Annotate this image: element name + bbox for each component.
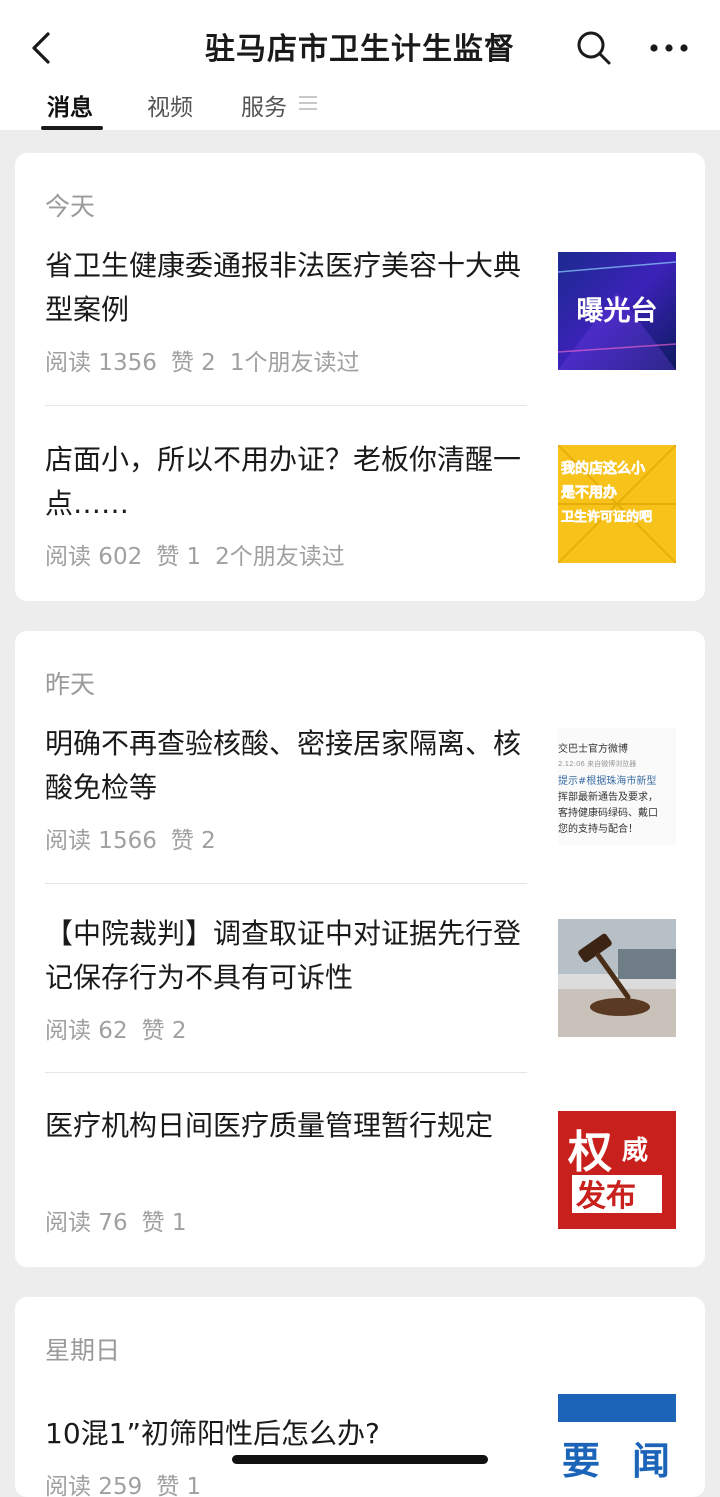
article-title[interactable]: 医疗机构日间医疗质量管理暂行规定 bbox=[45, 1104, 530, 1148]
article-thumbnail[interactable]: 交巴士官方微博 2.12:06 来自微博浏览器 提示#根据珠海市新型 挥部最新通… bbox=[558, 728, 676, 846]
gavel-icon bbox=[558, 919, 676, 1037]
article-title[interactable]: 10混1”初筛阳性后怎么办? bbox=[45, 1412, 530, 1456]
home-indicator bbox=[232, 1455, 488, 1464]
top-bar: 驻马店市卫生计生监督 消息 视频 服务 bbox=[0, 0, 720, 130]
read-count: 阅读 1566 bbox=[45, 828, 157, 854]
day-group-card: 今天 省卫生健康委通报非法医疗美容十大典型案例 阅读 1356 赞 2 1个朋友读过… bbox=[15, 153, 705, 601]
thumbnail-text: 权 bbox=[567, 1127, 612, 1178]
article-thumbnail[interactable]: 曝光台 bbox=[558, 252, 676, 370]
article-meta: 阅读 1356 赞 2 1个朋友读过 bbox=[45, 343, 373, 377]
thumbnail-text: 是不用办 bbox=[561, 484, 617, 501]
more-dots-icon[interactable] bbox=[646, 30, 692, 66]
thumbnail-text: 曝光台 bbox=[577, 295, 658, 327]
like-count: 赞 2 bbox=[170, 350, 216, 376]
thumbnail-text: 威 bbox=[622, 1135, 648, 1166]
article-meta: 阅读 1566 赞 2 bbox=[45, 821, 230, 855]
thumbnail-text: 提示#根据珠海市新型 bbox=[558, 774, 656, 787]
thumbnail-text: 卫生许可证的吧 bbox=[561, 509, 652, 525]
article-thumbnail[interactable]: 我的店这么小 是不用办 卫生许可证的吧 bbox=[558, 445, 676, 563]
like-count: 赞 1 bbox=[156, 544, 202, 570]
divider bbox=[45, 883, 527, 884]
divider bbox=[45, 1072, 527, 1073]
menu-lines-icon[interactable] bbox=[299, 95, 317, 111]
like-count: 赞 1 bbox=[141, 1210, 187, 1236]
thumbnail-text: 我的店这么小 bbox=[561, 460, 645, 477]
thumbnail-text: 2.12:06 来自微博浏览器 bbox=[558, 759, 636, 768]
thumbnail-text: 客持健康码绿码、戴口 bbox=[558, 806, 658, 819]
day-label: 昨天 bbox=[45, 670, 96, 699]
thumbnail-text: 交巴士官方微博 bbox=[558, 742, 628, 755]
tab-videos[interactable]: 视频 bbox=[147, 88, 193, 122]
like-count: 赞 1 bbox=[156, 1474, 202, 1497]
thumbnail-text: 闻 bbox=[632, 1439, 670, 1483]
read-count: 阅读 76 bbox=[45, 1210, 128, 1236]
day-label: 今天 bbox=[45, 192, 96, 221]
article-title[interactable]: 【中院裁判】调查取证中对证据先行登记保存行为不具有可诉性 bbox=[45, 912, 530, 1000]
day-group-card: 星期日 10混1”初筛阳性后怎么办? 阅读 259 赞 1 要 闻 bbox=[15, 1297, 705, 1497]
article-title[interactable]: 省卫生健康委通报非法医疗美容十大典型案例 bbox=[45, 244, 530, 332]
read-count: 阅读 62 bbox=[45, 1018, 128, 1044]
article-meta: 阅读 76 赞 1 bbox=[45, 1203, 201, 1237]
article-title[interactable]: 店面小，所以不用办证？老板你清醒一点…… bbox=[45, 438, 530, 526]
thumbnail-text: 要 bbox=[562, 1439, 600, 1483]
like-count: 赞 2 bbox=[141, 1018, 187, 1044]
read-count: 阅读 602 bbox=[45, 544, 143, 570]
day-label: 星期日 bbox=[45, 1336, 121, 1365]
article-thumbnail[interactable]: 要 闻 bbox=[558, 1394, 676, 1497]
article-thumbnail[interactable]: 权 威 发布 bbox=[558, 1111, 676, 1229]
like-count: 赞 2 bbox=[170, 828, 216, 854]
thumbnail-text: 挥部最新通告及要求， bbox=[558, 790, 658, 803]
friends-read: 1个朋友读过 bbox=[229, 350, 360, 376]
tab-messages[interactable]: 消息 bbox=[47, 88, 93, 122]
tab-services[interactable]: 服务 bbox=[241, 88, 287, 122]
day-group-card: 昨天 明确不再查验核酸、密接居家隔离、核酸免检等 阅读 1566 赞 2 交巴士官… bbox=[15, 631, 705, 1267]
divider bbox=[45, 405, 527, 406]
article-thumbnail[interactable] bbox=[558, 919, 676, 1037]
thumbnail-text: 发布 bbox=[575, 1179, 636, 1214]
article-meta: 阅读 602 赞 1 2个朋友读过 bbox=[45, 537, 359, 571]
search-icon[interactable] bbox=[574, 28, 614, 68]
read-count: 阅读 259 bbox=[45, 1474, 143, 1497]
read-count: 阅读 1356 bbox=[45, 350, 157, 376]
article-title[interactable]: 明确不再查验核酸、密接居家隔离、核酸免检等 bbox=[45, 722, 530, 810]
thumbnail-text: 您的支持与配合！ bbox=[558, 822, 638, 835]
article-meta: 阅读 62 赞 2 bbox=[45, 1011, 201, 1045]
active-tab-indicator bbox=[41, 126, 103, 130]
friends-read: 2个朋友读过 bbox=[215, 544, 345, 570]
